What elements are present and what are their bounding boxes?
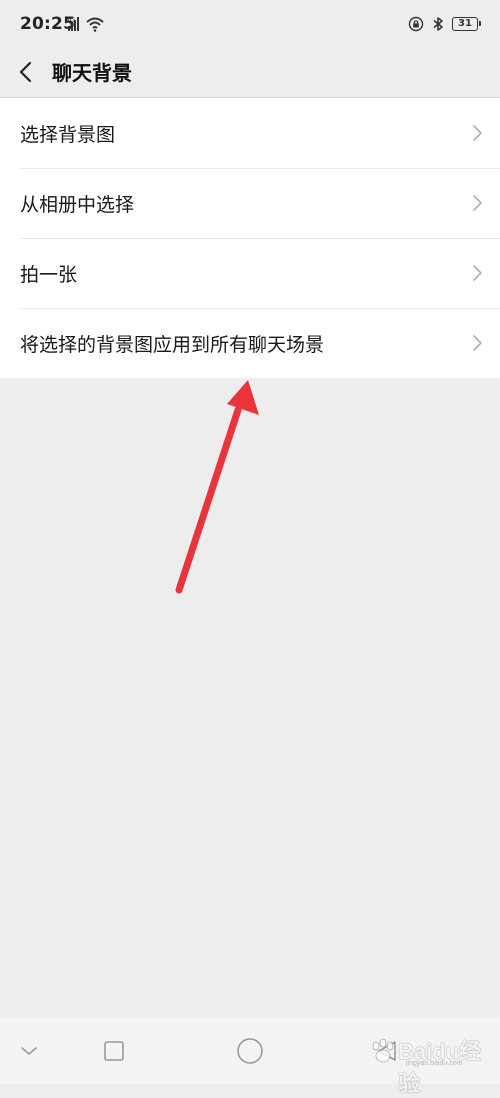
battery-icon: 31 <box>452 17 481 31</box>
page-title: 聊天背景 <box>52 61 132 85</box>
collapse-nav-button[interactable] <box>14 1036 44 1066</box>
list-item-label: 选择背景图 <box>20 123 116 146</box>
list-item-label: 从相册中选择 <box>20 193 135 216</box>
watermark-subtext: jingyan.baidu.com <box>406 1060 463 1067</box>
chevron-left-icon <box>19 61 32 83</box>
list-item-choose-from-album[interactable]: 从相册中选择 <box>0 168 500 238</box>
network-label: 4G <box>66 17 75 24</box>
chevron-right-icon <box>473 335 482 351</box>
chevron-right-icon <box>473 125 482 141</box>
list-item-label: 拍一张 <box>20 263 78 286</box>
baidu-watermark: Baidu经验 jingyan.baidu.com <box>368 1032 488 1096</box>
list-item-take-photo[interactable]: 拍一张 <box>0 238 500 308</box>
status-bar: 20:25 4G 31 <box>0 0 500 50</box>
bluetooth-icon <box>433 17 443 31</box>
signal-icon: 4G <box>66 17 104 32</box>
home-icon <box>237 1038 263 1064</box>
list-item-select-background[interactable]: 选择背景图 <box>0 98 500 168</box>
settings-list: 选择背景图 从相册中选择 拍一张 将选择的背景图应用到所有聊天场景 <box>0 98 500 378</box>
list-item-label: 将选择的背景图应用到所有聊天场景 <box>20 333 325 356</box>
lock-rotation-icon <box>408 16 424 32</box>
collapse-icon <box>21 1047 37 1055</box>
chevron-right-icon <box>473 195 482 211</box>
chevron-right-icon <box>473 265 482 281</box>
battery-level: 31 <box>458 18 472 29</box>
wifi-icon <box>86 17 104 32</box>
status-right-icons: 31 <box>408 14 481 34</box>
status-left-icons: 4G <box>66 14 106 34</box>
back-button[interactable] <box>8 54 44 90</box>
app-bar: 聊天背景 <box>0 50 500 98</box>
arrow-shaft <box>175 406 242 594</box>
list-item-apply-to-all-chats[interactable]: 将选择的背景图应用到所有聊天场景 <box>0 308 500 378</box>
paw-logo-icon <box>372 1038 394 1063</box>
home-button[interactable] <box>235 1036 265 1066</box>
recent-apps-button[interactable] <box>99 1036 129 1066</box>
recent-apps-icon <box>104 1041 124 1061</box>
arrow-head <box>227 380 259 415</box>
